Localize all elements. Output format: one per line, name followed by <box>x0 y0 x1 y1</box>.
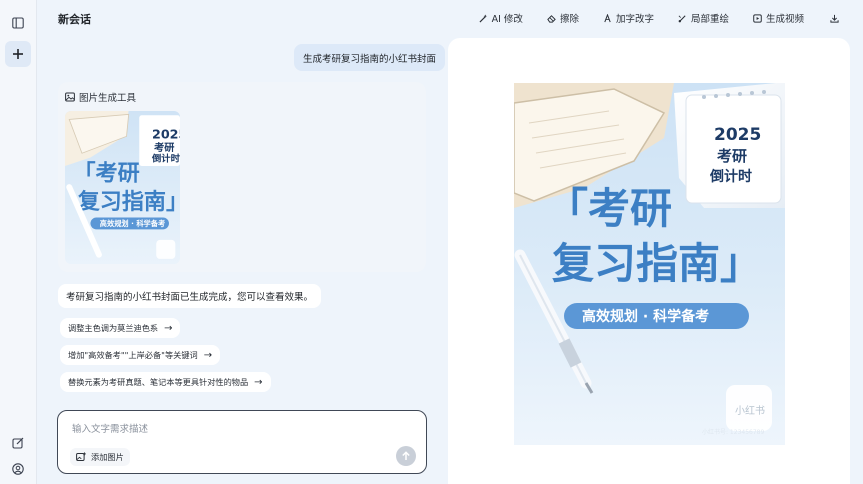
calendar-year: 2025 <box>714 125 761 145</box>
poster-title-line2: 复习指南」 <box>552 239 762 288</box>
ai-edit-label: AI 修改 <box>491 14 523 25</box>
add-image-icon <box>76 452 86 461</box>
left-rail <box>0 0 37 484</box>
generated-thumbnail[interactable]: 2025 考研 倒计时 「考研 复习指南」 高效规划 · 科学备考 <box>65 111 180 264</box>
arrow-right-icon: → <box>203 349 213 361</box>
image-preview-panel: 2025 考研 倒计时 「考研 复习指南」 高效规划 · 科学备考 小红书 小红… <box>448 38 850 484</box>
inpaint-button[interactable]: 局部重绘 <box>678 10 729 26</box>
erase-button[interactable]: 擦除 <box>547 10 579 26</box>
tool-card-title: 图片生成工具 <box>79 93 137 104</box>
add-image-label: 添加图片 <box>91 452 124 462</box>
svg-text:高效规划 · 科学备考: 高效规划 · 科学备考 <box>100 219 165 228</box>
assistant-reply: 考研复习指南的小红书封面已生成完成，您可以查看效果。 <box>58 284 322 308</box>
svg-text:倒计时: 倒计时 <box>151 153 180 165</box>
edit-icon[interactable] <box>7 432 29 454</box>
composer-input[interactable]: 输入文字需求描述 <box>72 421 148 435</box>
suggestion-chip[interactable]: 调整主色调为莫兰迪色系 → <box>60 318 181 338</box>
logo-text: 小红书 <box>735 404 765 417</box>
image-icon <box>65 92 75 102</box>
arrow-up-icon <box>402 451 410 460</box>
suggestion-chip[interactable]: 增加"高效备考""上岸必备"等关键词 → <box>60 345 221 365</box>
svg-text:2025: 2025 <box>152 126 180 141</box>
send-button[interactable] <box>396 446 416 466</box>
calendar-illustration: 2025 考研 倒计时 <box>674 83 785 208</box>
arrow-right-icon: → <box>164 322 173 334</box>
calendar-line2: 倒计时 <box>709 168 752 185</box>
sidebar-toggle-icon[interactable] <box>7 12 29 34</box>
brush-icon <box>678 14 686 22</box>
poster-title-line1: 「考研 <box>546 184 672 233</box>
new-chat-button[interactable] <box>5 41 31 67</box>
svg-text:考研: 考研 <box>154 141 174 154</box>
suggestion-label: 调整主色调为莫兰迪色系 <box>68 323 159 333</box>
add-image-button[interactable]: 添加图片 <box>70 448 130 466</box>
poster-image[interactable]: 2025 考研 倒计时 「考研 复习指南」 高效规划 · 科学备考 小红书 小红… <box>514 83 785 445</box>
toolbar: AI 修改 擦除 加字改字 局部重绘 生成视频 <box>455 10 839 26</box>
add-text-label: 加字改字 <box>615 14 654 25</box>
add-text-button[interactable]: 加字改字 <box>603 10 654 26</box>
image-tool-card: 图片生成工具 2025 考研 倒计时 「考研 复习指南」 高效规划 · 科学备考 <box>58 82 426 272</box>
video-icon <box>753 13 762 23</box>
ai-edit-button[interactable]: AI 修改 <box>479 10 523 26</box>
message-composer[interactable]: 输入文字需求描述 添加图片 <box>57 410 427 474</box>
user-message: 生成考研复习指南的小红书封面 <box>294 44 446 71</box>
calendar-line1: 考研 <box>717 147 747 165</box>
svg-text:「考研: 「考研 <box>73 162 139 187</box>
suggestion-label: 替换元素为考研真题、笔记本等更具针对性的物品 <box>68 377 249 387</box>
user-icon[interactable] <box>7 458 29 480</box>
inpaint-label: 局部重绘 <box>690 14 729 25</box>
erase-label: 擦除 <box>559 14 579 25</box>
plus-icon <box>13 49 23 59</box>
wand-icon <box>479 13 487 23</box>
suggestion-label: 增加"高效备考""上岸必备"等关键词 <box>68 350 198 360</box>
page-title: 新会话 <box>58 13 91 26</box>
arrow-right-icon: → <box>254 376 263 388</box>
download-button[interactable] <box>830 10 839 26</box>
svg-text:复习指南」: 复习指南」 <box>77 189 180 215</box>
top-bar: 新会话 AI 修改 擦除 加字改字 局部重绘 生成视频 <box>37 0 863 36</box>
generate-video-button[interactable]: 生成视频 <box>753 10 804 26</box>
suggestion-chip[interactable]: 替换元素为考研真题、笔记本等更具针对性的物品 → <box>60 372 271 392</box>
eraser-icon <box>547 14 556 23</box>
text-icon <box>604 13 611 22</box>
download-icon <box>830 14 839 23</box>
poster-subtitle: 高效规划 · 科学备考 <box>582 308 709 325</box>
poster-watermark: 小红书号: 123456789 <box>702 428 764 436</box>
tool-card-header: 图片生成工具 <box>65 90 136 104</box>
generate-video-label: 生成视频 <box>765 14 804 25</box>
